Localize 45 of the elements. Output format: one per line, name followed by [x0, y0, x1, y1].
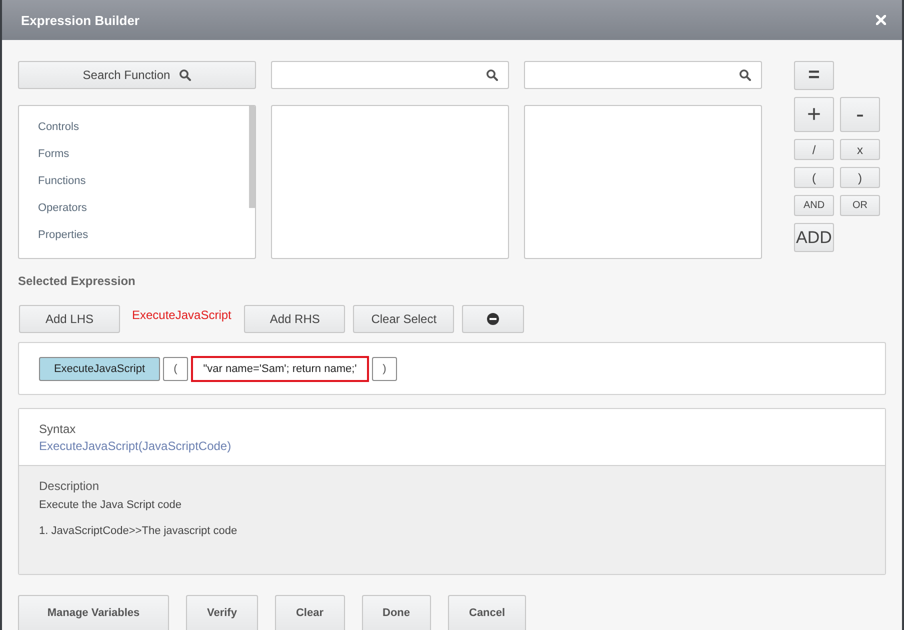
syntax-text: ExecuteJavaScript(JavaScriptCode): [39, 439, 232, 453]
scrollbar-thumb[interactable]: [249, 106, 255, 208]
operator-button[interactable]: -: [840, 97, 880, 132]
add-button[interactable]: ADD: [794, 223, 834, 252]
operator-button[interactable]: ): [840, 167, 880, 188]
syntax-heading: Syntax: [39, 422, 77, 436]
footer-button[interactable]: Done: [362, 595, 431, 630]
minus-circle-icon: [487, 313, 500, 325]
parenthesis-token[interactable]: (: [163, 356, 188, 380]
operator-button[interactable]: x: [840, 139, 880, 160]
remove-button[interactable]: [462, 305, 524, 333]
list-item[interactable]: Properties: [38, 227, 88, 243]
function-token[interactable]: ExecuteJavaScript: [39, 356, 160, 380]
operator-button[interactable]: OR: [840, 195, 880, 216]
description-heading: Description: [39, 479, 100, 493]
footer-button[interactable]: Verify: [186, 595, 258, 630]
list-item[interactable]: Controls: [38, 119, 79, 135]
search-field[interactable]: [271, 61, 509, 89]
operator-button[interactable]: +: [794, 97, 834, 132]
window-title: Expression Builder: [21, 12, 140, 28]
footer-button[interactable]: Clear: [274, 595, 344, 630]
add-rhs-button[interactable]: Add RHS: [244, 305, 346, 333]
footer-button[interactable]: Manage Variables: [18, 595, 169, 630]
operator-button[interactable]: (: [794, 167, 834, 188]
search-icon: [739, 69, 751, 81]
search-icon: [486, 69, 498, 81]
operator-button[interactable]: AND: [794, 195, 834, 216]
equals-button[interactable]: =: [794, 61, 834, 90]
description-text: Execute the Java Script code: [39, 499, 182, 511]
clear-select-button[interactable]: Clear Select: [353, 305, 454, 333]
current-function-label: ExecuteJavaScript: [132, 308, 232, 322]
search-field[interactable]: [524, 61, 762, 89]
operator-button[interactable]: /: [794, 139, 834, 160]
parenthesis-token[interactable]: ): [372, 356, 397, 380]
parameter-text: 1. JavaScriptCode>>The javascript code: [39, 525, 238, 537]
footer-button[interactable]: Cancel: [448, 595, 526, 630]
close-icon[interactable]: [876, 15, 886, 25]
string-token[interactable]: "var name='Sam'; return name;': [191, 356, 369, 382]
search-function-button[interactable]: Search Function: [18, 61, 256, 89]
list-item[interactable]: Functions: [38, 173, 86, 189]
add-lhs-button[interactable]: Add LHS: [19, 305, 120, 333]
section-heading: Selected Expression: [18, 274, 136, 288]
list-item[interactable]: Operators: [38, 200, 87, 216]
search-icon: [179, 69, 192, 81]
list-item[interactable]: Forms: [38, 146, 70, 162]
